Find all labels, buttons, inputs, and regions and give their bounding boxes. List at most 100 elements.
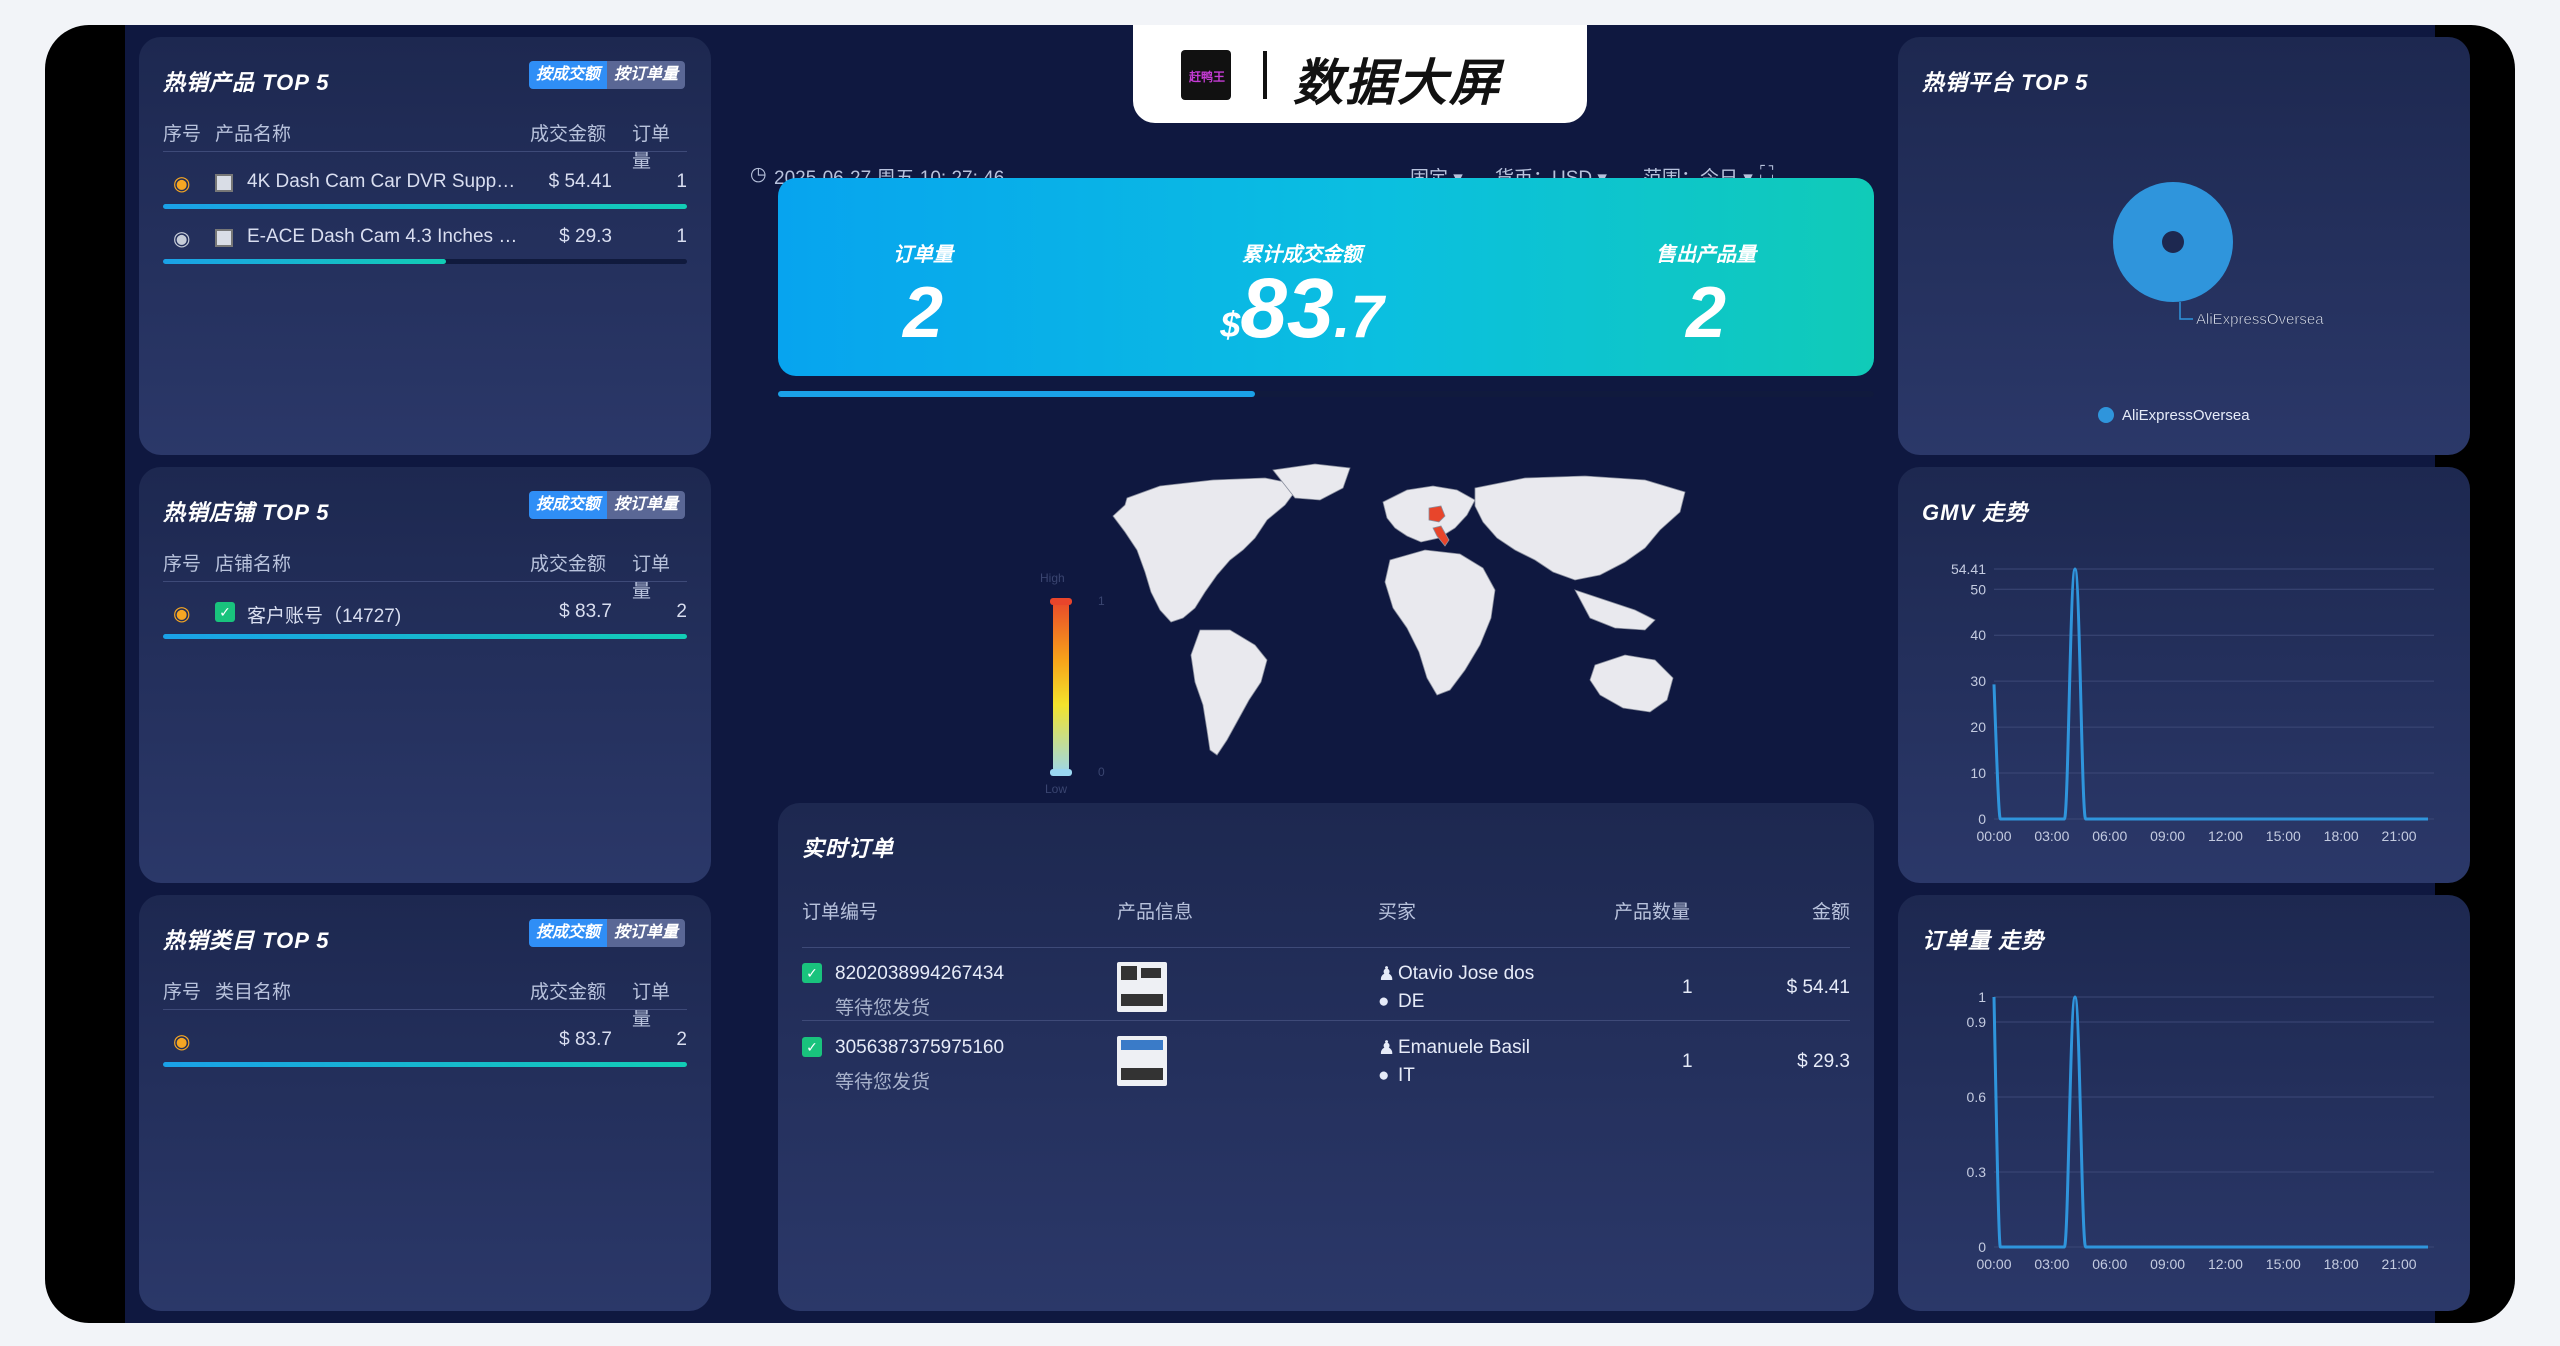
share-bar xyxy=(163,259,687,264)
col-amount: 成交金额 xyxy=(530,982,607,1003)
legend-min-value: 0 xyxy=(1098,765,1105,779)
x-tick-label: 06:00 xyxy=(2092,828,2127,844)
top-stores-panel: 热销店铺 TOP 5 按成交额 按订单量 序号 店铺名称 成交金额 订单量 ◉ … xyxy=(139,467,711,883)
legend-label[interactable]: AliExpressOversea xyxy=(2122,407,2250,424)
realtime-orders-panel: 实时订单 订单编号 产品信息 买家 产品数量 金额 ✓ 820203899426… xyxy=(778,803,1874,1311)
table-row[interactable]: ◉ 4K Dash Cam Car DVR Supp… $ 54.41 1 xyxy=(163,165,687,201)
pie-label-line xyxy=(2179,302,2193,320)
gmv-line-chart[interactable]: 0 10 20 30 40 50 54.41 00:00 03:00 06:00 09:00 12:0… xyxy=(1898,467,2470,883)
sort-by-amount-button[interactable]: 按成交额 xyxy=(528,919,607,947)
legend-min-handle[interactable] xyxy=(1050,769,1072,776)
title-banner: 赶鸭王 数据大屏 xyxy=(1133,25,1587,123)
order-number[interactable]: 3056387375975160 xyxy=(835,1037,1004,1059)
platform-icon: ✓ xyxy=(802,963,822,983)
share-bar xyxy=(163,634,687,639)
x-tick-label: 06:00 xyxy=(2092,1256,2127,1272)
product-amount: $ 54.41 xyxy=(548,171,612,192)
product-name: 4K Dash Cam Car DVR Supp… xyxy=(247,171,516,192)
brand-logo: 赶鸭王 xyxy=(1181,50,1231,100)
order-row[interactable]: ✓ 3056387375975160 等待您发货 ♟ Emanuele Basi… xyxy=(778,1025,1874,1097)
col-order-no: 订单编号 xyxy=(802,902,879,923)
divider xyxy=(802,1020,1850,1021)
legend-max-value: 1 xyxy=(1098,594,1105,608)
sort-by-orders-button[interactable]: 按订单量 xyxy=(606,61,685,89)
orders-trend-panel: 订单量 走势 0 0.3 0.6 0.9 1 00:00 03:00 06:00 09:00 12… xyxy=(1898,895,2470,1311)
south-america[interactable] xyxy=(1190,629,1268,756)
gold-medal-icon: ◉ xyxy=(173,1031,191,1053)
product-thumbnail-icon xyxy=(215,174,233,192)
store-amount: $ 83.7 xyxy=(559,601,612,622)
y-tick-label: 0.6 xyxy=(1967,1089,1987,1105)
heat-legend-bar[interactable] xyxy=(1053,598,1069,776)
sort-by-orders-button[interactable]: 按订单量 xyxy=(606,491,685,519)
platform-icon: ✓ xyxy=(802,1037,822,1057)
table-header: 序号 店铺名称 成交金额 订单量 xyxy=(163,549,687,602)
col-name: 类目名称 xyxy=(215,982,292,1003)
order-number[interactable]: 8202038994267434 xyxy=(835,963,1004,985)
legend-swatch[interactable] xyxy=(2098,407,2114,423)
col-amount: 成交金额 xyxy=(530,124,607,145)
top-platforms-panel: 热销平台 TOP 5 AliExpressOversea AliExpressO… xyxy=(1898,37,2470,455)
order-status: 等待您发货 xyxy=(835,1072,931,1093)
series-line[interactable] xyxy=(1992,567,2428,821)
table-header: 序号 类目名称 成交金额 订单量 xyxy=(163,977,687,1030)
table-row[interactable]: ◉ $ 83.7 2 xyxy=(163,1023,687,1059)
x-tick-label: 03:00 xyxy=(2034,828,2069,844)
buyer-icon: ♟ xyxy=(1378,964,1396,985)
panel-title: 热销产品 TOP 5 xyxy=(163,70,330,95)
orders-value: 2 xyxy=(902,273,944,353)
col-rank: 序号 xyxy=(163,124,202,145)
col-rank: 序号 xyxy=(163,982,202,1003)
platform-pie-chart[interactable]: AliExpressOversea AliExpressOversea xyxy=(1898,37,2470,455)
y-tick-label: 0.3 xyxy=(1967,1164,1987,1180)
gmv-trend-panel: GMV 走势 0 10 20 30 40 50 54.41 00:00 03:00 06:00 09… xyxy=(1898,467,2470,883)
share-bar xyxy=(163,204,687,209)
top-products-panel: 热销产品 TOP 5 按成交额 按订单量 序号 产品名称 成交金额 订单量 ◉ … xyxy=(139,37,711,455)
sort-by-orders-button[interactable]: 按订单量 xyxy=(606,919,685,947)
sold-label: 售出产品量 xyxy=(1656,244,1756,266)
legend-max-handle[interactable] xyxy=(1050,598,1072,605)
buyer-name: Otavio Jose dos xyxy=(1398,963,1535,984)
col-name: 店铺名称 xyxy=(215,554,292,575)
x-tick-label: 15:00 xyxy=(2266,1256,2301,1272)
gmv-currency: $ xyxy=(1220,304,1241,345)
series-line[interactable] xyxy=(1992,995,2428,1249)
product-amount: $ 29.3 xyxy=(559,226,612,247)
north-america[interactable] xyxy=(1112,477,1301,623)
order-amount: $ 29.3 xyxy=(1797,1051,1850,1072)
x-tick-label: 09:00 xyxy=(2150,828,2185,844)
sort-toggle: 按成交额 按订单量 xyxy=(528,919,685,947)
gmv-decimal: .7 xyxy=(1333,283,1384,350)
product-orders: 1 xyxy=(676,226,687,247)
product-image[interactable] xyxy=(1117,962,1167,1012)
orders-line-chart[interactable]: 0 0.3 0.6 0.9 1 00:00 03:00 06:00 09:00 12:00 15:0… xyxy=(1898,895,2470,1311)
gold-medal-icon: ◉ xyxy=(173,173,191,195)
y-tick-label: 1 xyxy=(1978,989,1986,1005)
africa[interactable] xyxy=(1384,549,1496,696)
world-map[interactable]: High 1 0 Low xyxy=(955,450,1715,800)
buyer-icon: ♟ xyxy=(1378,1038,1396,1059)
sort-toggle: 按成交额 按订单量 xyxy=(528,61,685,89)
asia[interactable] xyxy=(1474,475,1686,581)
y-tick-label: 0.9 xyxy=(1967,1014,1987,1030)
southeast-asia[interactable] xyxy=(1574,589,1656,631)
divider xyxy=(163,581,687,582)
product-image[interactable] xyxy=(1117,1036,1167,1086)
gmv-integer: 83 xyxy=(1240,261,1334,355)
sort-by-amount-button[interactable]: 按成交额 xyxy=(528,61,607,89)
page-title: 数据大屏 xyxy=(1293,55,1501,111)
sort-by-amount-button[interactable]: 按成交额 xyxy=(528,491,607,519)
clock-icon: ◷ xyxy=(750,164,767,185)
x-tick-label: 21:00 xyxy=(2382,1256,2417,1272)
australia[interactable] xyxy=(1589,654,1674,713)
x-tick-label: 18:00 xyxy=(2324,828,2359,844)
col-amount: 成交金额 xyxy=(530,554,607,575)
table-row[interactable]: ◉ E-ACE Dash Cam 4.3 Inches … $ 29.3 1 xyxy=(163,220,687,256)
category-amount: $ 83.7 xyxy=(559,1029,612,1050)
order-row[interactable]: ✓ 8202038994267434 等待您发货 ♟ Otavio Jose d… xyxy=(778,951,1874,1023)
device-frame: 热销产品 TOP 5 按成交额 按订单量 序号 产品名称 成交金额 订单量 ◉ … xyxy=(45,25,2515,1323)
table-row[interactable]: ◉ ✓ 客户账号（14727) $ 83.7 2 xyxy=(163,595,687,631)
legend-low-label: Low xyxy=(1045,782,1067,796)
gold-medal-icon: ◉ xyxy=(173,603,191,625)
x-tick-label: 03:00 xyxy=(2034,1256,2069,1272)
